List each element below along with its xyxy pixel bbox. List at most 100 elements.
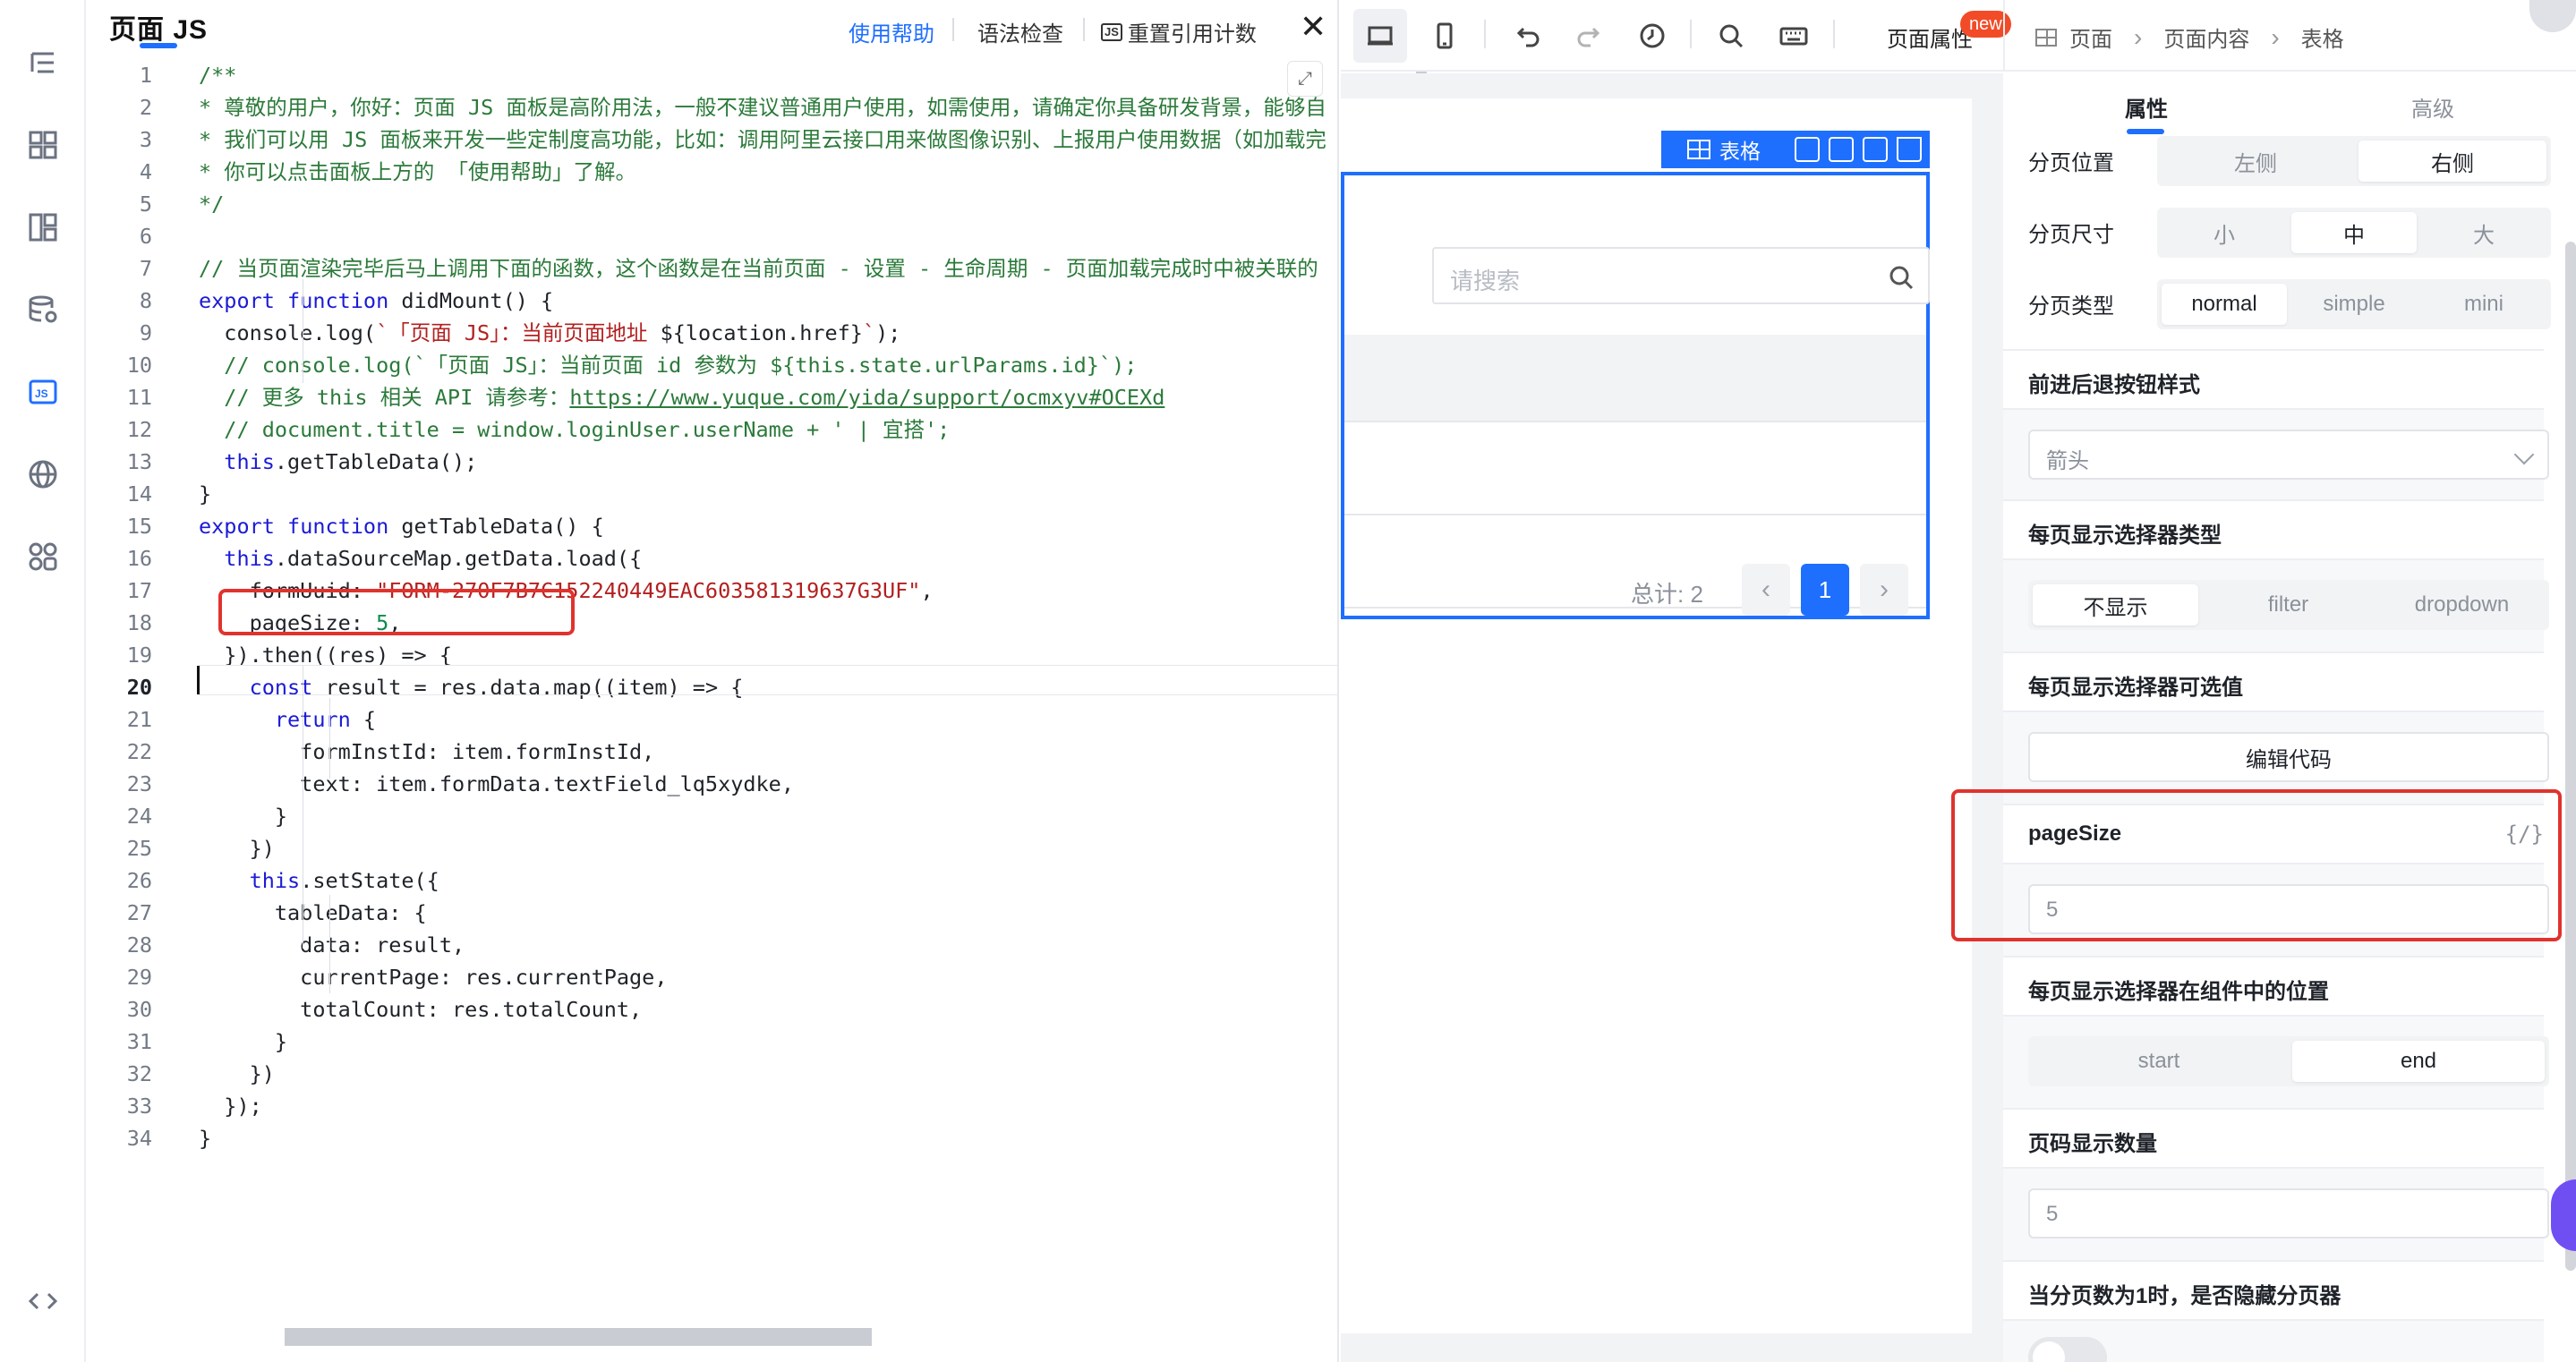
pager-type-simple[interactable]: simple: [2291, 284, 2417, 325]
source-code-icon[interactable]: [23, 1281, 63, 1321]
lint-button[interactable]: 语法检查: [977, 16, 1063, 47]
code-line[interactable]: 12 // document.title = window.loginUser.…: [86, 413, 1339, 446]
code-text[interactable]: }): [199, 832, 275, 864]
code-line[interactable]: 2 * 尊敬的用户，你好：页面 JS 面板是高阶用法，一般不建议普通用户使用，如需…: [86, 91, 1339, 123]
code-line[interactable]: 23 text: item.formData.textField_lq5xydk…: [86, 768, 1339, 800]
code-text[interactable]: */: [199, 188, 224, 220]
pager-size-small[interactable]: 小: [2162, 212, 2287, 253]
pager-size-large[interactable]: 大: [2421, 212, 2546, 253]
selector-type-filter[interactable]: filter: [2205, 584, 2371, 626]
pager-type-mini[interactable]: mini: [2421, 284, 2546, 325]
crumb-page[interactable]: 页面: [2069, 21, 2112, 53]
selected-component-tag[interactable]: 表格: [1661, 131, 1787, 168]
templates-layout-icon[interactable]: [23, 208, 63, 247]
code-line[interactable]: 29 currentPage: res.currentPage,: [86, 961, 1339, 993]
code-line[interactable]: 1 /**: [86, 59, 1339, 91]
code-line[interactable]: 28 data: result,: [86, 929, 1339, 961]
edit-icon[interactable]: [1829, 137, 1854, 162]
plugins-icon[interactable]: [23, 537, 63, 576]
pager-position-left[interactable]: 左侧: [2162, 140, 2350, 182]
code-line[interactable]: 3 * 我们可以用 JS 面板来开发一些定制度高功能，比如：调用阿里云接口用来做图…: [86, 123, 1339, 156]
code-line[interactable]: 15 export function getTableData() {: [86, 510, 1339, 542]
hide-single-switch[interactable]: [2028, 1337, 2107, 1362]
code-line[interactable]: 7 // 当页面渲染完毕后马上调用下面的函数，这个函数是在当前页面 - 设置 - …: [86, 252, 1339, 285]
keyboard-icon[interactable]: [1774, 16, 1813, 55]
pager-position-right[interactable]: 右侧: [2358, 140, 2546, 182]
desktop-view-icon[interactable]: [1353, 9, 1407, 63]
code-line[interactable]: 34}: [86, 1122, 1339, 1154]
code-line[interactable]: 24 }: [86, 800, 1339, 832]
copy-icon[interactable]: [1863, 137, 1888, 162]
add-icon[interactable]: [1795, 137, 1820, 162]
code-text[interactable]: /**: [199, 59, 236, 91]
crumb-page-content[interactable]: 页面内容: [2163, 21, 2249, 53]
code-line[interactable]: 26 this.setState({: [86, 864, 1339, 897]
pager-prev-button[interactable]: ‹: [1742, 564, 1790, 616]
props-scrollbar[interactable]: [2565, 242, 2576, 1271]
code-text[interactable]: // 当页面渲染完毕后马上调用下面的函数，这个函数是在当前页面 - 设置 - 生…: [199, 252, 1318, 285]
code-line[interactable]: 13 this.getTableData();: [86, 446, 1339, 478]
code-text[interactable]: });: [199, 1090, 261, 1122]
table-component[interactable]: 请搜索: [1341, 172, 1930, 619]
code-text[interactable]: export function getTableData() {: [199, 510, 604, 542]
code-text[interactable]: * 你可以点击面板上方的 「使用帮助」了解。: [199, 156, 636, 188]
code-text[interactable]: // console.log(`「页面 JS」：当前页面 id 参数为 ${th…: [199, 349, 1137, 381]
code-text[interactable]: totalCount: res.totalCount,: [199, 993, 642, 1026]
undo-icon[interactable]: [1507, 16, 1547, 55]
code-text[interactable]: * 我们可以用 JS 面板来开发一些定制度高功能，比如：调用阿里云接口用来做图像…: [199, 123, 1326, 156]
code-text[interactable]: }): [199, 1058, 275, 1090]
code-text[interactable]: this.dataSourceMap.getData.load({: [199, 542, 642, 575]
page-count-input[interactable]: 5: [2028, 1188, 2549, 1239]
assistant-float-button[interactable]: [2551, 1179, 2576, 1251]
code-line[interactable]: 6: [86, 220, 1339, 252]
code-line[interactable]: 27 tableData: {: [86, 897, 1339, 929]
crumb-table[interactable]: 表格: [2301, 21, 2344, 53]
outline-tree-icon[interactable]: [23, 43, 63, 82]
close-icon[interactable]: ✕: [1300, 11, 1326, 43]
components-grid-icon[interactable]: [23, 125, 63, 165]
code-line[interactable]: 4 * 你可以点击面板上方的 「使用帮助」了解。: [86, 156, 1339, 188]
delete-icon[interactable]: [1897, 137, 1922, 162]
selector-position-end[interactable]: end: [2292, 1041, 2545, 1082]
selector-type-none[interactable]: 不显示: [2033, 584, 2198, 626]
code-line[interactable]: 16 this.dataSourceMap.getData.load({: [86, 542, 1339, 575]
pager-type-normal[interactable]: normal: [2162, 284, 2287, 325]
redo-icon[interactable]: [1570, 16, 1609, 55]
search-icon[interactable]: [1711, 16, 1751, 55]
pager-next-button[interactable]: ›: [1860, 564, 1908, 616]
selector-type-dropdown[interactable]: dropdown: [2379, 584, 2545, 626]
edit-code-button[interactable]: 编辑代码: [2028, 732, 2549, 782]
reset-count-button[interactable]: JS 重置引用计数: [1101, 16, 1257, 47]
code-text[interactable]: }: [199, 1026, 287, 1058]
help-link[interactable]: 使用帮助: [849, 16, 934, 47]
mobile-view-icon[interactable]: [1425, 16, 1464, 55]
history-icon[interactable]: [1633, 16, 1672, 55]
code-text[interactable]: tableData: {: [199, 897, 427, 929]
tab-advanced[interactable]: 高级: [2411, 91, 2454, 123]
code-line[interactable]: 8 export function didMount() {: [86, 285, 1339, 317]
code-text[interactable]: * 尊敬的用户，你好：页面 JS 面板是高阶用法，一般不建议普通用户使用，如需使…: [199, 91, 1326, 123]
code-line[interactable]: 32 }): [86, 1058, 1339, 1090]
code-text[interactable]: this.setState({: [199, 864, 439, 897]
datasource-icon[interactable]: [23, 290, 63, 329]
code-line[interactable]: 14}: [86, 478, 1339, 510]
tab-props[interactable]: 属性: [2125, 91, 2168, 123]
code-text[interactable]: data: result,: [199, 929, 465, 961]
code-text[interactable]: // document.title = window.loginUser.use…: [199, 413, 950, 446]
code-line[interactable]: 9 console.log(`「页面 JS」：当前页面地址 ${location…: [86, 317, 1339, 349]
globe-icon[interactable]: [23, 455, 63, 494]
code-line[interactable]: 25 }): [86, 832, 1339, 864]
code-line[interactable]: 22 formInstId: item.formInstId,: [86, 736, 1339, 768]
code-line[interactable]: 10 // console.log(`「页面 JS」：当前页面 id 参数为 $…: [86, 349, 1339, 381]
code-text[interactable]: }: [199, 1122, 211, 1154]
code-text[interactable]: return {: [199, 703, 376, 736]
code-text[interactable]: // 更多 this 相关 API 请参考：https://www.yuque.…: [199, 381, 1164, 413]
code-text[interactable]: }: [199, 800, 287, 832]
pager-page-1[interactable]: 1: [1801, 564, 1849, 616]
selector-position-start[interactable]: start: [2033, 1041, 2285, 1082]
code-line[interactable]: 31 }: [86, 1026, 1339, 1058]
table-search-input[interactable]: 请搜索: [1432, 247, 1930, 304]
code-text[interactable]: formInstId: item.formInstId,: [199, 736, 654, 768]
code-text[interactable]: }: [199, 478, 211, 510]
code-text[interactable]: currentPage: res.currentPage,: [199, 961, 667, 993]
